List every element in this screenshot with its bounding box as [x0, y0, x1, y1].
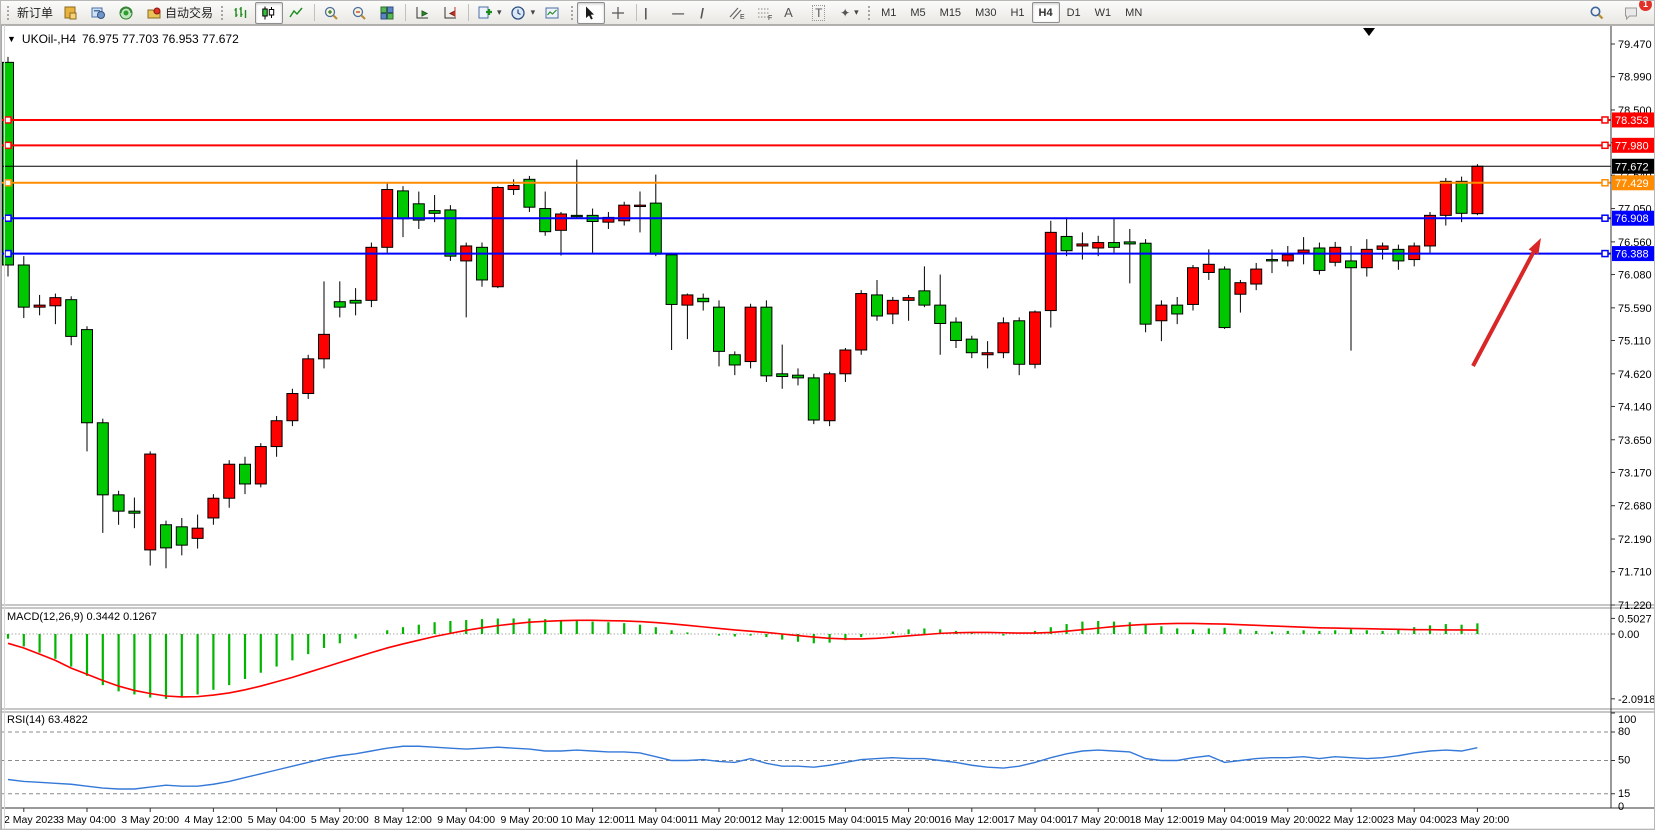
chart-ohlc-values: 76.975 77.703 76.953 77.672 [82, 32, 239, 46]
svg-text:78.353: 78.353 [1615, 115, 1649, 127]
svg-text:74.620: 74.620 [1618, 369, 1652, 381]
svg-text:78.990: 78.990 [1618, 72, 1652, 84]
hline-handle [1602, 215, 1608, 221]
time-axis-label: 2 May 2023 [4, 814, 59, 826]
time-axis-label: 5 May 04:00 [248, 814, 306, 826]
svg-text:74.140: 74.140 [1618, 401, 1652, 413]
terminal-window: 新订单 自动交易 ▾ [0, 0, 1655, 830]
time-axis-label: 17 May 20:00 [1066, 814, 1130, 826]
time-axis-label: 23 May 04:00 [1382, 814, 1446, 826]
svg-text:-2.0918: -2.0918 [1618, 694, 1655, 706]
chart-title: ▼ UKOil-,H4 76.975 77.703 76.953 77.672 [7, 32, 239, 46]
chart-symbol: UKOil-,H4 [22, 32, 76, 46]
time-axis-label: 18 May 12:00 [1130, 814, 1194, 826]
svg-text:72.680: 72.680 [1618, 501, 1652, 513]
time-axis-label: 8 May 12:00 [374, 814, 432, 826]
svg-text:72.190: 72.190 [1618, 534, 1652, 546]
time-axis-label: 4 May 12:00 [185, 814, 243, 826]
time-axis-label: 19 May 20:00 [1256, 814, 1320, 826]
hline-handle [5, 251, 11, 257]
svg-text:76.908: 76.908 [1615, 213, 1649, 225]
time-axis-label: 22 May 12:00 [1319, 814, 1383, 826]
window-left-edge [1, 25, 5, 830]
hline-handle [5, 215, 11, 221]
svg-text:15: 15 [1618, 788, 1630, 800]
svg-text:71.220: 71.220 [1618, 600, 1652, 612]
hline-handle [5, 117, 11, 123]
chart-plot[interactable]: 79.47078.99078.50078.02077.54077.05076.5… [1, 1, 1655, 830]
time-axis-label: 3 May 20:00 [121, 814, 179, 826]
svg-text:76.080: 76.080 [1618, 270, 1652, 282]
hline-handle [1602, 117, 1608, 123]
hline-handle [1602, 180, 1608, 186]
svg-text:0.00: 0.00 [1618, 629, 1639, 641]
svg-text:80: 80 [1618, 726, 1630, 738]
svg-text:73.170: 73.170 [1618, 467, 1652, 479]
hline-handle [5, 142, 11, 148]
svg-text:79.470: 79.470 [1618, 39, 1652, 51]
time-axis-label: 11 May 20:00 [688, 814, 751, 826]
time-axis-label: 11 May 04:00 [624, 814, 687, 826]
time-axis-label: 5 May 20:00 [311, 814, 369, 826]
time-axis-label: 16 May 12:00 [940, 814, 1004, 826]
hline-handle [1602, 142, 1608, 148]
collapse-icon[interactable]: ▼ [7, 34, 16, 44]
svg-text:77.980: 77.980 [1615, 140, 1649, 152]
svg-text:71.710: 71.710 [1618, 567, 1652, 579]
svg-text:77.429: 77.429 [1615, 178, 1649, 190]
time-axis-label: 9 May 20:00 [501, 814, 559, 826]
rsi-indicator-label: RSI(14) 63.4822 [7, 714, 88, 726]
time-axis-label: 12 May 12:00 [750, 814, 814, 826]
svg-text:75.590: 75.590 [1618, 303, 1652, 315]
svg-text:75.110: 75.110 [1618, 335, 1651, 347]
svg-text:73.650: 73.650 [1618, 435, 1652, 447]
time-axis-label: 9 May 04:00 [437, 814, 495, 826]
time-axis-label: 15 May 20:00 [877, 814, 941, 826]
svg-text:76.388: 76.388 [1615, 249, 1649, 261]
time-axis-label: 3 May 04:00 [58, 814, 116, 826]
svg-text:77.672: 77.672 [1615, 161, 1649, 173]
svg-text:100: 100 [1618, 714, 1636, 726]
hline-handle [1602, 251, 1608, 257]
svg-text:50: 50 [1618, 755, 1630, 767]
time-axis-label: 23 May 20:00 [1446, 814, 1510, 826]
time-axis-label: 15 May 04:00 [814, 814, 878, 826]
hline-handle [5, 180, 11, 186]
time-axis-label: 19 May 04:00 [1193, 814, 1257, 826]
time-axis-label: 17 May 04:00 [1003, 814, 1067, 826]
macd-indicator-label: MACD(12,26,9) 0.3442 0.1267 [7, 611, 157, 623]
chart-canvas[interactable]: 79.47078.99078.50078.02077.54077.05076.5… [1, 25, 1655, 830]
svg-text:0.5027: 0.5027 [1618, 613, 1652, 625]
time-axis-label: 10 May 12:00 [561, 814, 625, 826]
svg-text:0: 0 [1618, 801, 1624, 813]
